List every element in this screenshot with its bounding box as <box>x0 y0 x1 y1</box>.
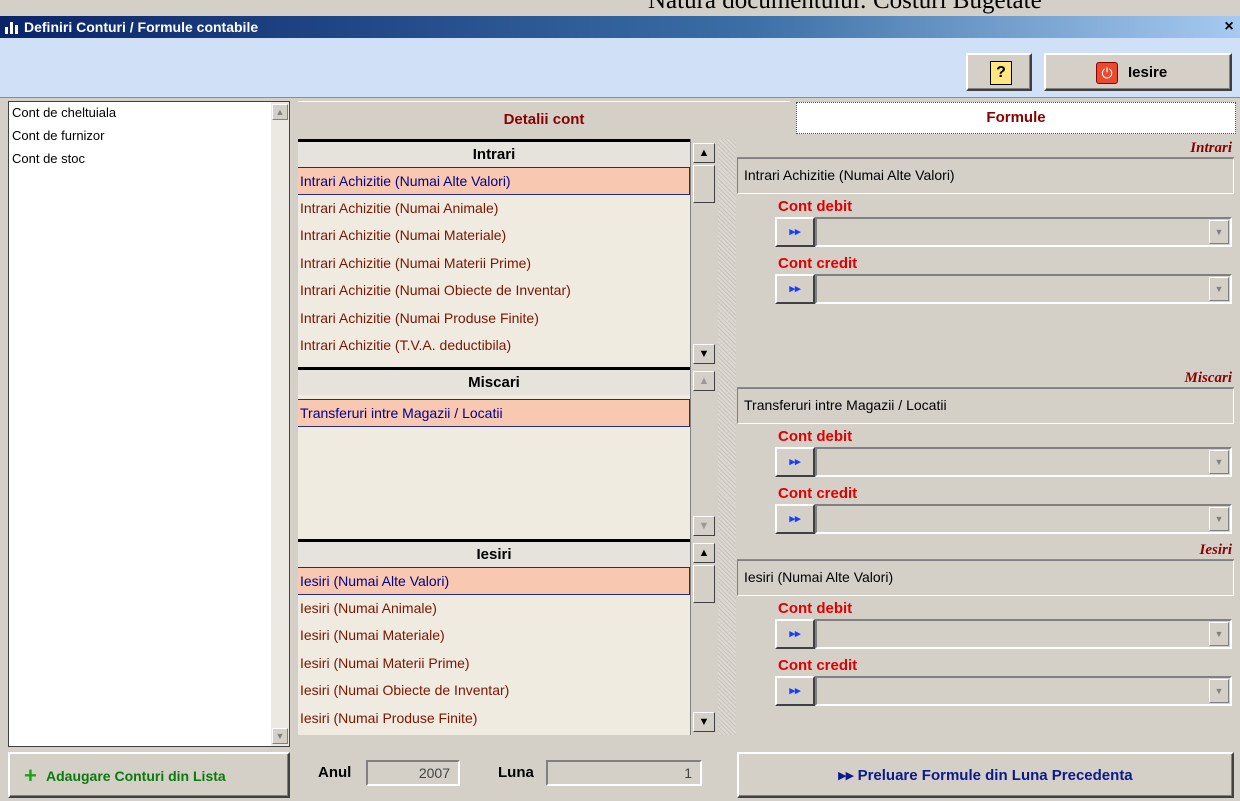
list-item[interactable]: Intrari Achizitie (Numai Materiale) <box>298 222 690 250</box>
intrari-list: Intrari Achizitie (Numai Alte Valori) In… <box>298 167 690 367</box>
scroll-thumb[interactable] <box>693 165 715 203</box>
month-label: Luna <box>498 764 534 781</box>
list-item[interactable]: Iesiri (Numai Materiale) <box>298 622 690 650</box>
list-item[interactable]: Iesiri (Numai Animale) <box>298 595 690 623</box>
chevron-down-icon[interactable]: ▼ <box>1209 450 1229 474</box>
add-accounts-button[interactable]: + Adaugare Conturi din Lista <box>8 752 290 798</box>
scroll-thumb[interactable] <box>693 565 715 603</box>
chart-icon <box>5 20 19 34</box>
intrari-debit-select[interactable]: ▼ <box>815 217 1232 247</box>
iesiri-credit-pick-button[interactable]: ▸▸ <box>775 676 815 706</box>
formula-group-miscari-label: Miscari <box>1184 370 1232 386</box>
intrari-scrollbar[interactable]: ▲ ▼ <box>690 139 717 367</box>
panel-divider <box>718 139 736 735</box>
list-item[interactable]: Cont de furnizor <box>9 125 289 148</box>
miscari-credit-pick-button[interactable]: ▸▸ <box>775 504 815 534</box>
iesiri-credit-select[interactable]: ▼ <box>815 676 1232 706</box>
list-item[interactable]: Intrari Achizitie (Numai Produse Finite) <box>298 305 690 333</box>
power-icon: ⏻ <box>1096 62 1118 84</box>
scroll-down-icon[interactable]: ▼ <box>693 712 715 732</box>
tab-formulas[interactable]: Formule <box>796 102 1236 134</box>
intrari-selected-field: Intrari Achizitie (Numai Alte Valori) <box>737 158 1234 194</box>
copy-previous-month-button[interactable]: ▸▸ Preluare Formule din Luna Precedenta <box>737 752 1234 798</box>
formula-group-intrari-label: Intrari <box>1190 140 1232 156</box>
window-title: Definiri Conturi / Formule contabile <box>24 19 259 35</box>
list-item[interactable]: Intrari Achizitie (Numai Alte Valori) <box>298 167 690 195</box>
help-button[interactable]: ? <box>966 53 1032 91</box>
list-item[interactable]: Cont de stoc <box>9 148 289 171</box>
scroll-up-icon[interactable]: ▲ <box>693 143 715 163</box>
account-type-list[interactable]: Cont de cheltuiala Cont de furnizor Cont… <box>8 101 290 747</box>
add-accounts-label: Adaugare Conturi din Lista <box>46 768 226 784</box>
scroll-down-icon[interactable]: ▼ <box>693 344 715 364</box>
chevron-down-icon[interactable]: ▼ <box>1209 622 1229 646</box>
scroll-up-icon[interactable]: ▲ <box>693 371 715 391</box>
exit-label: Iesire <box>1128 64 1168 81</box>
iesiri-debit-pick-button[interactable]: ▸▸ <box>775 619 815 649</box>
iesiri-debit-select[interactable]: ▼ <box>815 619 1232 649</box>
miscari-debit-label: Cont debit <box>778 428 853 445</box>
chevron-down-icon[interactable]: ▼ <box>1209 277 1229 301</box>
tab-details[interactable]: Detalii cont <box>298 101 790 137</box>
list-item[interactable]: Intrari Achizitie (Numai Animale) <box>298 195 690 223</box>
section-header-iesiri: Iesiri <box>298 539 690 567</box>
list-item[interactable]: Intrari Achizitie (Numai Materii Prime) <box>298 250 690 278</box>
scroll-up-icon[interactable]: ▲ <box>272 104 288 120</box>
iesiri-credit-label: Cont credit <box>778 657 858 674</box>
list-item[interactable]: Intrari Achizitie (Numai Obiecte de Inve… <box>298 277 690 305</box>
miscari-list: Transferuri intre Magazii / Locatii <box>298 395 690 539</box>
chevron-down-icon[interactable]: ▼ <box>1209 220 1229 244</box>
plus-icon: + <box>24 763 37 788</box>
formula-group-iesiri-label: Iesiri <box>1199 542 1232 558</box>
copy-previous-month-text: Preluare Formule din Luna Precedenta <box>857 767 1133 784</box>
list-item[interactable]: Cont de cheltuiala <box>9 102 289 125</box>
miscari-credit-select[interactable]: ▼ <box>815 504 1232 534</box>
intrari-credit-select[interactable]: ▼ <box>815 274 1232 304</box>
close-button[interactable]: × <box>1221 18 1237 36</box>
list-item[interactable]: Intrari Achizitie (T.V.A. deductibila) <box>298 332 690 360</box>
scroll-down-icon[interactable]: ▼ <box>693 516 715 536</box>
chevron-down-icon[interactable]: ▼ <box>1209 507 1229 531</box>
iesiri-selected-field: Iesiri (Numai Alte Valori) <box>737 560 1234 596</box>
list-scrollbar[interactable]: ▲ ▼ <box>271 102 289 746</box>
list-item[interactable]: Iesiri (Numai Materii Prime) <box>298 650 690 678</box>
iesiri-list: Iesiri (Numai Alte Valori) Iesiri (Numai… <box>298 567 690 735</box>
intrari-credit-pick-button[interactable]: ▸▸ <box>775 274 815 304</box>
copy-previous-month-label: ▸▸ Preluare Formule din Luna Precedenta <box>739 766 1232 786</box>
miscari-debit-pick-button[interactable]: ▸▸ <box>775 447 815 477</box>
iesiri-scrollbar[interactable]: ▲ ▼ <box>690 539 717 735</box>
miscari-credit-label: Cont credit <box>778 485 858 502</box>
app-window: Natura documentului: Costuri Bugetate De… <box>0 0 1240 801</box>
list-item[interactable]: Iesiri (Numai Obiecte de Inventar) <box>298 677 690 705</box>
list-item[interactable]: Iesiri (Numai Produse Finite) <box>298 705 690 733</box>
year-field[interactable]: 2007 <box>366 760 460 786</box>
background-document-text: Natura documentului: Costuri Bugetate <box>648 0 1042 14</box>
scroll-down-icon[interactable]: ▼ <box>272 728 288 744</box>
section-header-miscari: Miscari <box>298 367 690 395</box>
exit-button[interactable]: ⏻ Iesire <box>1044 53 1232 91</box>
miscari-debit-select[interactable]: ▼ <box>815 447 1232 477</box>
double-arrow-icon: ▸▸ <box>838 767 854 784</box>
list-item[interactable]: Iesiri (Numai Alte Valori) <box>298 567 690 595</box>
miscari-scrollbar[interactable]: ▲ ▼ <box>690 367 717 539</box>
iesiri-debit-label: Cont debit <box>778 600 853 617</box>
list-item[interactable]: Transferuri intre Magazii / Locatii <box>298 399 690 427</box>
month-field[interactable]: 1 <box>546 760 702 786</box>
intrari-debit-label: Cont debit <box>778 198 853 215</box>
intrari-debit-pick-button[interactable]: ▸▸ <box>775 217 815 247</box>
intrari-credit-label: Cont credit <box>778 255 858 272</box>
miscari-selected-field: Transferuri intre Magazii / Locatii <box>737 388 1234 424</box>
section-header-intrari: Intrari <box>298 139 690 167</box>
year-label: Anul <box>318 764 352 781</box>
chevron-down-icon[interactable]: ▼ <box>1209 679 1229 703</box>
title-bar: Definiri Conturi / Formule contabile × <box>0 16 1240 38</box>
help-icon: ? <box>990 61 1012 85</box>
scroll-up-icon[interactable]: ▲ <box>693 543 715 563</box>
